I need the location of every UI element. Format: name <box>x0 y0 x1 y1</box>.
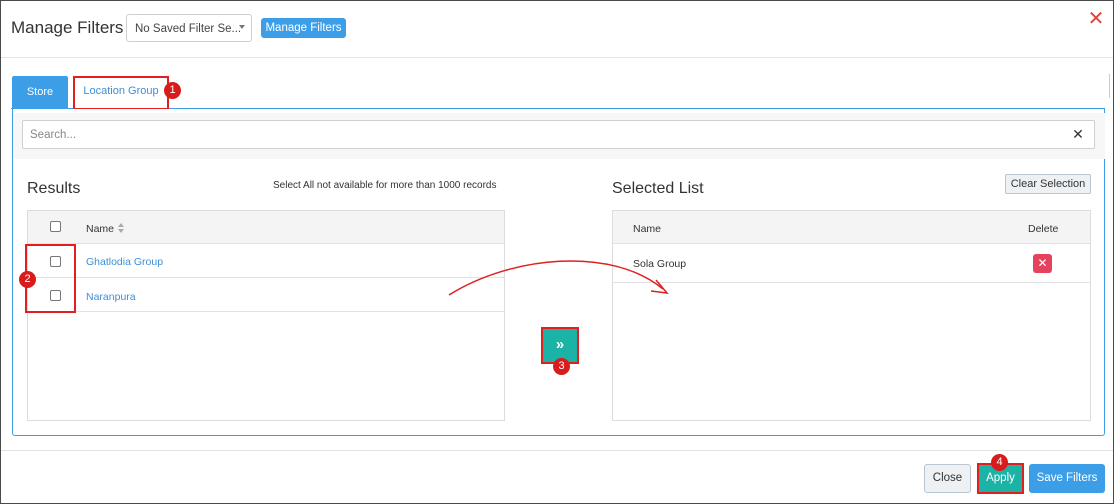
select-all-checkbox[interactable] <box>50 221 61 232</box>
select-all-note: Select All not available for more than 1… <box>273 180 497 191</box>
saved-filter-select-value: No Saved Filter Se... <box>135 23 242 35</box>
step-marker-4: 4 <box>991 454 1008 471</box>
manage-filters-button[interactable]: Manage Filters <box>261 18 346 38</box>
caret-down-icon <box>239 25 245 29</box>
tab-scroll-edge <box>1109 74 1111 98</box>
results-heading: Results <box>27 180 81 197</box>
clear-search-icon[interactable]: ✕ <box>1071 126 1085 142</box>
close-icon[interactable]: ✕ <box>1087 9 1105 29</box>
sort-icon[interactable] <box>118 223 124 233</box>
manage-filters-dialog: Manage Filters No Saved Filter Se... Man… <box>0 0 1114 504</box>
row-name-naranpura[interactable]: Naranpura <box>86 291 136 303</box>
selected-list-heading: Selected List <box>612 180 704 197</box>
selected-column-name: Name <box>633 223 662 235</box>
step-marker-3: 3 <box>553 358 570 375</box>
close-button[interactable]: Close <box>924 464 971 493</box>
clear-selection-button[interactable]: Clear Selection <box>1005 174 1091 194</box>
search-input[interactable] <box>23 121 1023 148</box>
results-column-name: Name <box>86 223 115 235</box>
selected-column-delete: Delete <box>1028 223 1059 235</box>
selected-table-header <box>613 211 1090 244</box>
saved-filter-select[interactable]: No Saved Filter Se... <box>126 14 252 42</box>
search-box <box>22 120 1095 149</box>
save-filters-button[interactable]: Save Filters <box>1029 464 1105 493</box>
step-marker-1: 1 <box>164 82 181 99</box>
arrow-annotation <box>448 260 669 296</box>
delete-icon[interactable]: ✕ <box>1033 254 1052 273</box>
tab-store[interactable]: Store <box>12 76 68 109</box>
row-name-ghatlodia-group[interactable]: Ghatlodia Group <box>86 256 163 268</box>
footer-divider <box>1 450 1113 451</box>
dialog-title: Manage Filters <box>11 18 124 37</box>
step-marker-2: 2 <box>19 271 36 288</box>
tab-location-group[interactable]: Location Group <box>73 76 169 110</box>
